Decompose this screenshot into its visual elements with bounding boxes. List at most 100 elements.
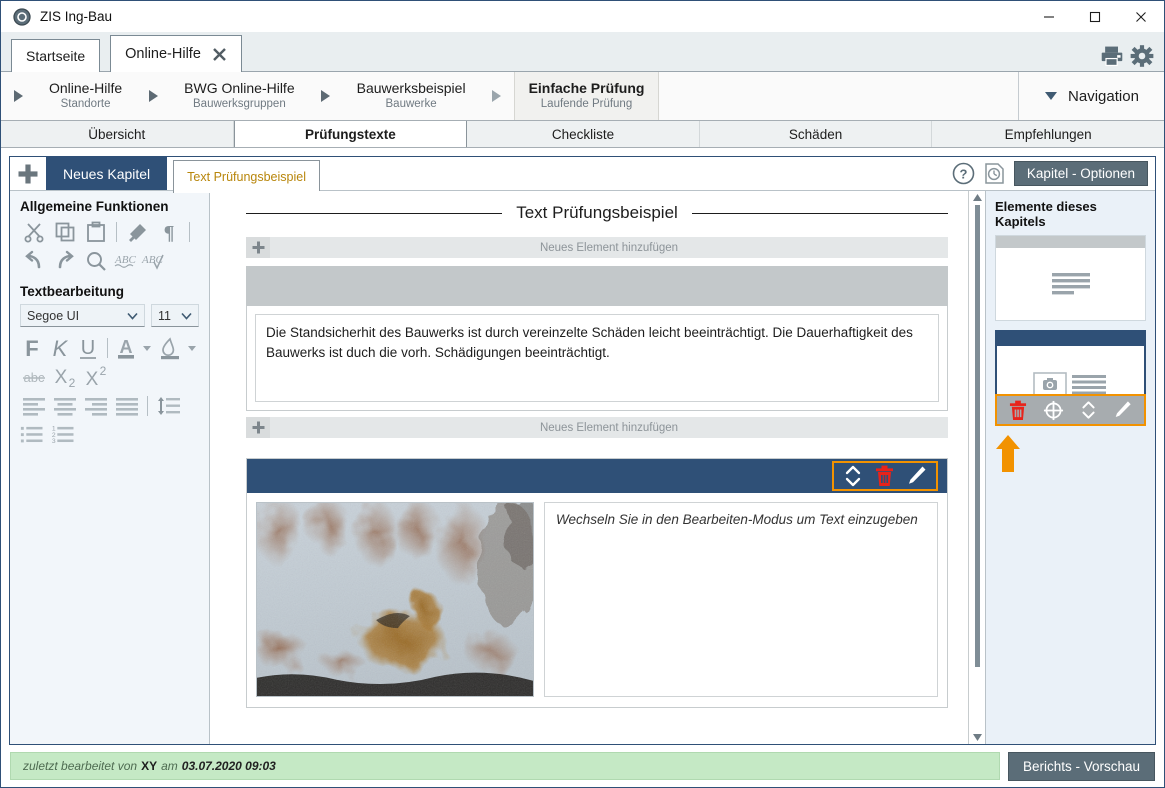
text-element-content[interactable]: Die Standsicherhit des Bauwerks ist durc… [255, 314, 939, 402]
breadcrumb-item-einfache-pruefung[interactable]: Einfache Prüfung Laufende Prüfung [514, 72, 660, 120]
pilcrow-icon[interactable]: ¶ [155, 218, 182, 245]
tab-empfehlungen[interactable]: Empfehlungen [932, 121, 1164, 147]
image-element[interactable]: Wechseln Sie in den Bearbeiten-Modus um … [246, 458, 948, 708]
position-icon[interactable] [1043, 400, 1064, 421]
format-row-3 [20, 392, 199, 419]
last-edited-datetime: 03.07.2020 09:03 [178, 759, 276, 773]
font-family-select[interactable]: Segoe UI [20, 304, 145, 327]
scrollbar-thumb[interactable] [975, 205, 980, 667]
chevron-right-icon [309, 72, 343, 120]
chapter-tab-text-pruefungsbeispiel[interactable]: Text Prüfungsbeispiel [173, 160, 320, 193]
application-window: ZIS Ing-Bau Startseite Online-Hilfe [0, 0, 1165, 788]
breadcrumb-title: BWG Online-Hilfe [184, 80, 294, 96]
tab-pruefungstexte[interactable]: Prüfungstexte [234, 121, 468, 147]
panes: Allgemeine Funktionen [10, 191, 1155, 744]
image-element-body: Wechseln Sie in den Bearbeiten-Modus um … [247, 493, 947, 707]
chapter-elements-heading: Elemente dieses Kapitels [995, 199, 1146, 229]
svg-text:U: U [81, 337, 95, 359]
document-title-row: Text Prüfungsbeispiel [246, 203, 948, 223]
text-element[interactable]: Die Standsicherhit des Bauwerks ist durc… [246, 266, 948, 411]
chapter-options-button[interactable]: Kapitel - Optionen [1014, 161, 1148, 186]
bullet-list-icon[interactable] [20, 421, 47, 448]
new-chapter-button[interactable]: Neues Kapitel [46, 157, 167, 190]
breadcrumb-item-bwg-online-hilfe[interactable]: BWG Online-Hilfe Bauwerksgruppen [170, 72, 308, 120]
cut-icon[interactable] [20, 218, 47, 245]
delete-icon[interactable] [1009, 400, 1027, 421]
underline-icon[interactable]: U [76, 334, 100, 361]
add-element-label: Neues Element hinzufügen [270, 242, 948, 254]
copy-icon[interactable] [51, 218, 78, 245]
highlight-color-dropdown-icon[interactable] [186, 336, 199, 360]
element-thumbnail-text[interactable] [995, 235, 1146, 321]
svg-text:A: A [119, 337, 132, 357]
last-edited-user: XY [137, 759, 161, 773]
print-icon[interactable] [1100, 44, 1124, 68]
last-edited-status: zuletzt bearbeitet von XY am 03.07.2020 … [10, 752, 1000, 780]
strikethrough-icon[interactable]: abc [20, 363, 47, 390]
superscript-icon[interactable]: X 2 [82, 363, 109, 390]
report-preview-label: Berichts - Vorschau [1023, 759, 1140, 774]
new-chapter-label: Neues Kapitel [63, 166, 150, 182]
italic-icon[interactable]: K [48, 334, 72, 361]
navigation-button[interactable]: Navigation [1019, 72, 1164, 120]
tab-schaeden[interactable]: Schäden [700, 121, 933, 147]
editor-scrollbar[interactable] [968, 191, 985, 744]
search-icon[interactable] [82, 247, 109, 274]
delete-icon[interactable] [875, 465, 894, 487]
report-preview-button[interactable]: Berichts - Vorschau [1008, 752, 1155, 781]
tab-checkliste[interactable]: Checkliste [467, 121, 700, 147]
move-updown-icon[interactable] [1080, 400, 1097, 420]
scrollbar-track[interactable] [969, 201, 985, 734]
close-button[interactable] [1118, 1, 1164, 32]
font-size-select[interactable]: 11 [151, 304, 199, 327]
paste-icon[interactable] [82, 218, 109, 245]
plus-icon[interactable] [246, 417, 270, 438]
font-color-icon[interactable]: A [115, 334, 137, 361]
help-icon[interactable]: ? [952, 162, 976, 186]
image-caption-input[interactable]: Wechseln Sie in den Bearbeiten-Modus um … [544, 502, 938, 697]
format-painter-icon[interactable] [124, 218, 151, 245]
tab-uebersicht[interactable]: Übersicht [1, 121, 234, 147]
tab-label: Prüfungstexte [305, 127, 396, 142]
edit-pencil-icon[interactable] [906, 465, 927, 487]
add-element-bar-top[interactable]: Neues Element hinzufügen [246, 237, 948, 258]
spellcheck-ok-icon[interactable]: ABC [141, 249, 165, 273]
thumbnail-header [996, 236, 1145, 248]
bold-icon[interactable]: F [20, 334, 44, 361]
font-color-dropdown-icon[interactable] [141, 336, 154, 360]
breadcrumb-item-bauwerksbeispiel[interactable]: Bauwerksbeispiel Bauwerke [343, 72, 480, 120]
history-icon[interactable] [983, 162, 1007, 186]
numbered-list-icon[interactable]: 1 2 3 [51, 421, 78, 448]
add-element-bar-bottom[interactable]: Neues Element hinzufügen [246, 417, 948, 438]
window-tab-startseite[interactable]: Startseite [11, 39, 100, 72]
breadcrumb-item-online-hilfe[interactable]: Online-Hilfe Standorte [35, 72, 136, 120]
edit-pencil-icon[interactable] [1113, 400, 1132, 420]
align-justify-icon[interactable] [113, 392, 140, 419]
scroll-up-icon[interactable] [973, 194, 982, 201]
line-spacing-icon[interactable] [155, 392, 182, 419]
scroll-down-icon[interactable] [973, 734, 982, 741]
window-tab-online-hilfe[interactable]: Online-Hilfe [110, 35, 242, 72]
redo-icon[interactable] [51, 247, 78, 274]
chapter-tab-label: Text Prüfungsbeispiel [187, 170, 306, 184]
general-functions-row-2: ABC ABC [20, 247, 199, 274]
damage-photo[interactable] [256, 502, 534, 697]
align-right-icon[interactable] [82, 392, 109, 419]
minimize-button[interactable] [1026, 1, 1072, 32]
spellcheck-icon[interactable]: ABC [113, 249, 137, 273]
undo-icon[interactable] [20, 247, 47, 274]
format-row-1: F K U A [20, 334, 199, 361]
align-center-icon[interactable] [51, 392, 78, 419]
close-icon[interactable] [212, 47, 227, 62]
plus-icon[interactable] [246, 237, 270, 258]
element-thumbnail-image-text[interactable] [995, 330, 1146, 426]
subscript-icon[interactable]: X 2 [51, 363, 78, 390]
gear-icon[interactable] [1130, 44, 1154, 68]
align-left-icon[interactable] [20, 392, 47, 419]
add-chapter-button[interactable] [10, 157, 46, 190]
highlight-color-icon[interactable] [158, 334, 182, 361]
maximize-button[interactable] [1072, 1, 1118, 32]
move-updown-icon[interactable] [843, 465, 863, 487]
work-area: Neues Kapitel Text Prüfungsbeispiel ? [9, 156, 1156, 745]
breadcrumb-subtitle: Laufende Prüfung [541, 97, 632, 112]
